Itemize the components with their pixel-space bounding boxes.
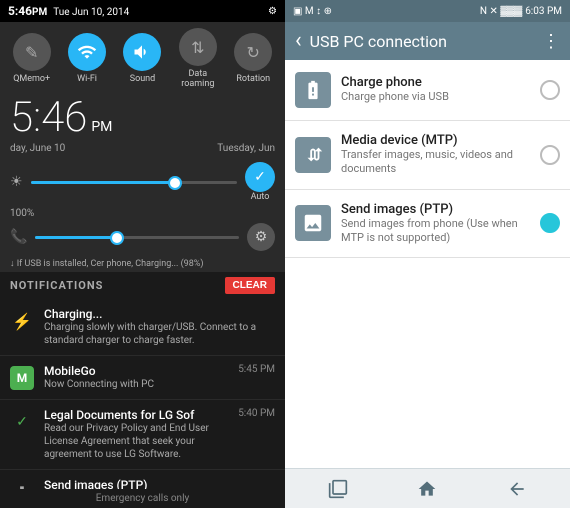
notification-list: ⚡ Charging... Charging slowly with charg… [0,299,285,489]
volume-row: 📞 ⚙ [0,219,285,255]
right-panel: ▣ M ↕ ⊕ N ✕ ▓▓▓ 6:03 PM ‹ USB PC connect… [285,0,570,508]
notif-legal-body: Read our Privacy Policy and End User Lic… [44,422,228,461]
toggle-qmemo[interactable]: ✎ QMemo+ [13,33,51,84]
brightness-slider[interactable] [31,181,237,184]
notif-legal-title: Legal Documents for LG Sof [44,408,228,422]
notif-legal[interactable]: ✓ Legal Documents for LG Sof Read our Pr… [0,400,285,470]
notif-mobilego-time: 5:45 PM [238,364,275,375]
back-button[interactable]: ‹ [295,30,302,52]
right-status-icons: ▣ M ↕ ⊕ [293,6,332,17]
notif-mobilego-title: MobileGo [44,364,228,378]
big-ampm: PM [91,119,112,135]
left-panel: 5:46PM Tue Jun 10, 2014 ⚙ ✎ QMemo+ Wi-Fi… [0,0,285,508]
data-icon: ⇅ [179,28,217,66]
time-display: 5:46 PM [0,95,285,141]
ptp-title: Send images (PTP) [341,202,530,217]
charge-desc: Charge phone via USB [341,90,530,104]
usb-option-charge[interactable]: Charge phone Charge phone via USB [285,60,570,121]
volume-slider[interactable] [35,236,239,239]
right-status-right: N ✕ ▓▓▓ 6:03 PM [480,6,562,17]
notif-mobilego-body: Now Connecting with PC [44,378,228,391]
charge-title: Charge phone [341,75,530,90]
date-right: Tuesday, Jun [217,143,275,154]
legal-icon: ✓ [10,410,34,434]
big-time: 5:46 [10,97,87,139]
notif-ptp[interactable]: ⬇ Send images (PTP) Tap for more USB opt… [0,470,285,489]
ptp-desc: Send images from phone (Use when MTP is … [341,217,530,246]
notif-charging-body: Charging slowly with charger/USB. Connec… [44,321,275,347]
notifications-header: NOTIFICATIONS CLEAR [0,272,285,299]
recents-button[interactable] [320,477,356,501]
date-left: day, June 10 [10,143,65,154]
mobilego-icon: M [10,366,34,390]
install-bar: ↓ If USB is installed, Cer phone, Chargi… [0,255,285,272]
usb-option-ptp[interactable]: Send images (PTP) Send images from phone… [285,190,570,259]
notif-mobilego[interactable]: M MobileGo Now Connecting with PC 5:45 P… [0,356,285,400]
sound-icon [123,33,161,71]
toggle-wifi[interactable]: Wi-Fi [68,33,106,84]
left-status-bar: 5:46PM Tue Jun 10, 2014 ⚙ [0,0,285,22]
call-icon: 📞 [10,229,27,245]
notif-charging-title: Charging... [44,307,275,321]
ptp-icon: ⬇ [10,480,34,489]
usb-option-mtp[interactable]: Media device (MTP) Transfer images, musi… [285,121,570,190]
quick-toggles: ✎ QMemo+ Wi-Fi Sound ⇅ Data roaming ↻ Ro… [0,22,285,95]
date-row: day, June 10 Tuesday, Jun [0,141,285,156]
emergency-bar: Emergency calls only [0,489,285,508]
mtp-title: Media device (MTP) [341,133,530,148]
charge-radio[interactable] [540,80,560,100]
notifications-title: NOTIFICATIONS [10,279,103,292]
right-status-bar: ▣ M ↕ ⊕ N ✕ ▓▓▓ 6:03 PM [285,0,570,22]
notif-legal-time: 5:40 PM [238,408,275,419]
ptp-radio[interactable] [540,213,560,233]
settings-gear-icon[interactable]: ⚙ [247,223,275,251]
mtp-desc: Transfer images, music, videos and docum… [341,148,530,177]
left-time: 5:46PM Tue Jun 10, 2014 [8,4,129,18]
brightness-row[interactable]: ☀ ✓ Auto [0,156,285,208]
more-options-icon[interactable]: ⋮ [542,31,560,52]
header-title: USB PC connection [310,32,534,51]
charge-icon [295,72,331,108]
ptp-option-icon [295,205,331,241]
nav-bar [285,468,570,508]
charging-icon: ⚡ [10,309,34,333]
auto-toggle[interactable]: ✓ [245,162,275,192]
brightness-pct: 100% [0,208,285,219]
rotation-icon: ↻ [234,33,272,71]
mtp-radio[interactable] [540,145,560,165]
right-time: 6:03 PM [525,6,562,17]
mtp-icon [295,137,331,173]
left-settings-icon[interactable]: ⚙ [268,6,277,17]
right-header: ‹ USB PC connection ⋮ [285,22,570,60]
qmemo-icon: ✎ [13,33,51,71]
wifi-icon [68,33,106,71]
clear-button[interactable]: CLEAR [225,277,275,294]
toggle-sound[interactable]: Sound [123,33,161,84]
brightness-low-icon: ☀ [10,174,23,190]
notif-charging[interactable]: ⚡ Charging... Charging slowly with charg… [0,299,285,356]
toggle-data[interactable]: ⇅ Data roaming [179,28,217,89]
notif-ptp-title: Send images (PTP) [44,478,275,489]
toggle-rotation[interactable]: ↻ Rotation [234,33,272,84]
usb-options: Charge phone Charge phone via USB Media … [285,60,570,468]
home-button[interactable] [409,477,445,501]
back-nav-button[interactable] [499,477,535,501]
